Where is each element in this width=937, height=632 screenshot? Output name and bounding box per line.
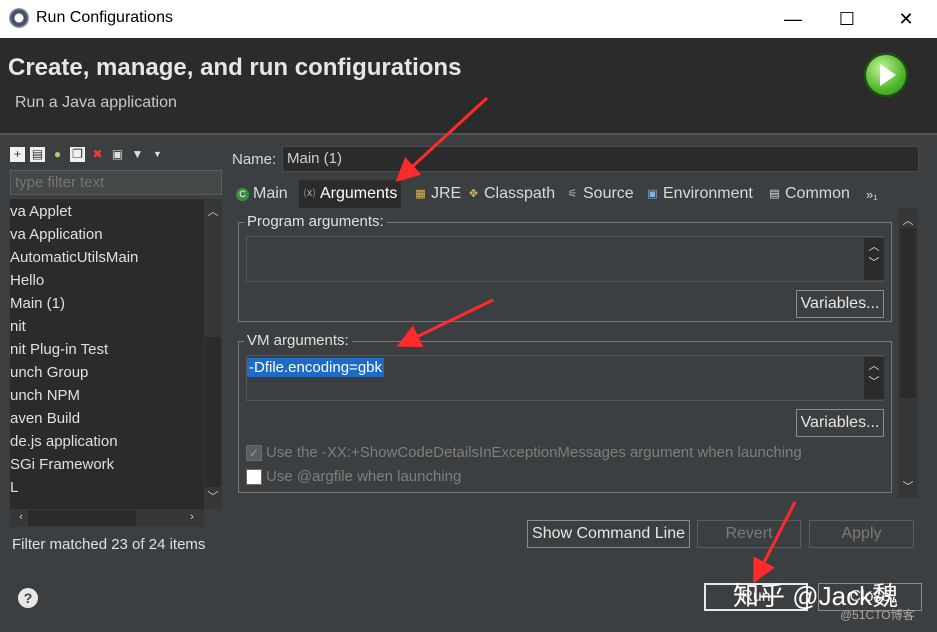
header-subtitle: Run a Java application <box>15 94 177 111</box>
tab-source-label: Source <box>583 185 634 202</box>
tabs-overflow-chevron[interactable]: »₁ <box>866 180 878 208</box>
tree-item[interactable]: AutomaticUtilsMain <box>10 249 138 266</box>
tree-item-selected[interactable]: Main (1) <box>10 295 65 312</box>
scroll-down-icon[interactable]: ﹀ <box>899 478 917 494</box>
tab-arguments[interactable]: ⒳ Arguments <box>299 180 402 208</box>
source-tab-icon: ⚟ <box>567 187 578 200</box>
content-vertical-scroll-thumb[interactable] <box>900 228 916 398</box>
tree-item[interactable]: unch Group <box>10 364 88 381</box>
environment-tab-icon: ▣ <box>647 187 658 200</box>
tree-item[interactable]: unch NPM <box>10 387 80 404</box>
scroll-down-icon[interactable]: ﹀ <box>204 488 222 504</box>
collapse-all-icon[interactable]: ▣ <box>110 147 125 162</box>
new-prototype-icon[interactable]: ▤ <box>30 146 45 162</box>
common-tab-icon: ▤ <box>769 187 780 200</box>
tab-classpath-label: Classpath <box>484 185 556 202</box>
tree-item[interactable]: va Applet <box>10 203 72 220</box>
eclipse-app-icon <box>9 8 29 28</box>
blog-watermark: @51CTO博客 <box>840 608 915 622</box>
filter-icon[interactable]: ▼ <box>130 147 145 162</box>
program-args-scrollbar[interactable]: ︿ ﹀ <box>864 238 884 280</box>
config-name-field[interactable]: Main (1) <box>282 146 919 172</box>
tab-main[interactable]: C Main <box>236 180 288 208</box>
dialog-header <box>0 38 937 134</box>
scroll-left-icon[interactable]: ‹ <box>12 511 30 523</box>
help-icon[interactable]: ? <box>18 588 38 608</box>
tree-vertical-scroll-thumb[interactable] <box>205 337 221 487</box>
tree-horizontal-scroll-thumb[interactable] <box>28 510 136 526</box>
classpath-tab-icon: ✥ <box>468 187 479 200</box>
show-command-line-button[interactable]: Show Command Line <box>527 520 690 548</box>
filter-input[interactable] <box>10 170 222 195</box>
program-arguments-field[interactable] <box>246 236 884 282</box>
revert-button[interactable]: Revert <box>697 520 801 548</box>
argfile-checkbox[interactable] <box>246 469 262 485</box>
jre-tab-icon: ▦ <box>415 187 426 200</box>
scroll-up-icon[interactable]: ︿ <box>204 203 222 219</box>
arguments-tab-icon: ⒳ <box>304 187 315 200</box>
vm-variables-button[interactable]: Variables... <box>796 409 884 437</box>
header-divider <box>0 133 937 135</box>
tree-item[interactable]: va Application <box>10 226 103 243</box>
tab-jre-label: JRE <box>431 185 462 202</box>
tree-item[interactable]: L <box>10 479 18 496</box>
tree-item[interactable]: Hello <box>10 272 44 289</box>
tree-item[interactable]: nit <box>10 318 26 335</box>
maximize-button[interactable]: ☐ <box>823 0 871 38</box>
delete-config-icon[interactable]: ✖ <box>90 147 105 162</box>
tab-classpath[interactable]: ✥ Classpath <box>467 180 555 208</box>
new-config-icon[interactable]: + <box>10 146 25 162</box>
scroll-up-icon[interactable]: ︿ <box>899 212 917 228</box>
apply-button[interactable]: Apply <box>809 520 914 548</box>
tab-jre[interactable]: ▦ JRE <box>414 180 461 208</box>
program-variables-button[interactable]: Variables... <box>796 290 884 318</box>
main-tab-icon: C <box>236 187 249 201</box>
minimize-button[interactable]: — <box>769 0 817 38</box>
filter-menu-chevron-down-icon[interactable]: ▼ <box>150 147 165 162</box>
configurations-toolbar: + ▤ ● ❐ ✖ ▣ ▼ ▼ <box>10 143 220 165</box>
window-title: Run Configurations <box>36 9 173 26</box>
header-title: Create, manage, and run configurations <box>8 54 462 81</box>
tree-item[interactable]: aven Build <box>10 410 80 427</box>
export-config-icon[interactable]: ● <box>50 147 65 162</box>
showcode-checkbox[interactable]: ✓ <box>246 445 262 461</box>
tree-item[interactable]: de.js application <box>10 433 118 450</box>
vm-arguments-value[interactable]: -Dfile.encoding=gbk <box>247 358 385 377</box>
tab-environment[interactable]: ▣ Environment <box>646 180 753 208</box>
name-label: Name: <box>232 151 277 168</box>
close-window-button[interactable]: ✕ <box>882 0 930 38</box>
tab-common-label: Common <box>785 185 850 202</box>
tab-main-label: Main <box>253 185 288 202</box>
argfile-checkbox-label: Use @argfile when launching <box>266 468 462 485</box>
tab-arguments-label: Arguments <box>320 185 398 202</box>
tab-source[interactable]: ⚟ Source <box>566 180 634 208</box>
vm-arguments-label: VM arguments: <box>244 332 352 349</box>
scroll-right-icon[interactable]: › <box>183 511 201 523</box>
filter-status: Filter matched 23 of 24 items <box>12 536 206 553</box>
showcode-checkbox-label: Use the -XX:+ShowCodeDetailsInExceptionM… <box>266 444 802 461</box>
program-arguments-label: Program arguments: <box>244 213 387 230</box>
duplicate-config-icon[interactable]: ❐ <box>70 146 85 162</box>
run-logo-icon <box>864 53 908 97</box>
tab-environment-label: Environment <box>663 185 753 202</box>
tree-item[interactable]: nit Plug-in Test <box>10 341 108 358</box>
configurations-tree[interactable]: va Applet va Application AutomaticUtilsM… <box>10 199 204 509</box>
tree-item[interactable]: SGi Framework <box>10 456 114 473</box>
vm-args-scrollbar[interactable]: ︿ ﹀ <box>864 357 884 399</box>
tab-common[interactable]: ▤ Common <box>768 180 850 208</box>
